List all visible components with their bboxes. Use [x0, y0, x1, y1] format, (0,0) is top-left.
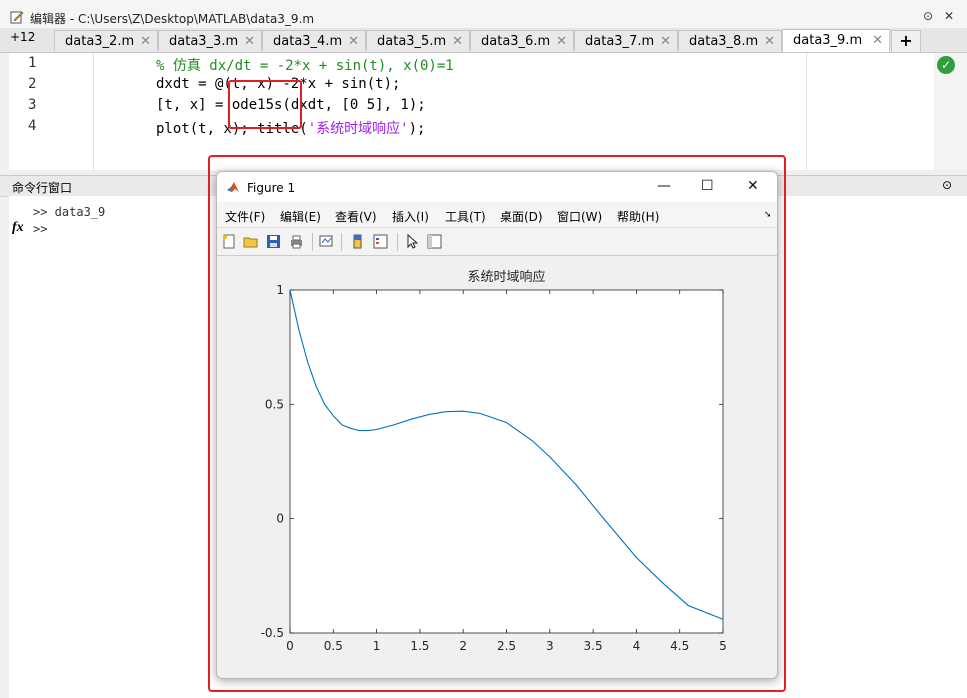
line-number: 1: [28, 55, 37, 71]
tab-close-icon[interactable]: ✕: [556, 31, 567, 52]
tab-close-icon[interactable]: ✕: [764, 31, 775, 52]
tab-close-icon[interactable]: ✕: [660, 31, 671, 52]
tab-label: data3_2.m: [65, 34, 135, 49]
tab-close-icon[interactable]: ✕: [140, 31, 151, 52]
tab-close-icon[interactable]: ✕: [452, 31, 463, 52]
tab-close-icon[interactable]: ✕: [872, 30, 883, 51]
command-window-menu-icon[interactable]: ⊙: [942, 178, 952, 192]
tab-label: data3_8.m: [689, 34, 759, 49]
add-tab-button[interactable]: +: [891, 30, 921, 53]
code-line-1[interactable]: % 仿真 dx/dt = -2*x + sin(t), x(0)=1: [156, 55, 454, 75]
editor-menu-chevron-icon[interactable]: ⊙: [923, 9, 933, 23]
line-number: 4: [28, 118, 37, 134]
editor-title: 编辑器 - C:\Users\Z\Desktop\MATLAB\data3_9.…: [30, 12, 315, 26]
code-editor[interactable]: [9, 53, 935, 170]
editor-titlebar: 编辑器 - C:\Users\Z\Desktop\MATLAB\data3_9.…: [0, 0, 967, 28]
tab-label: data3_5.m: [377, 34, 447, 49]
tab-data3-8[interactable]: data3_8.m ✕: [678, 30, 782, 51]
tab-data3-6[interactable]: data3_6.m ✕: [470, 30, 574, 51]
code-text: );: [408, 121, 426, 137]
highlight-box-ode15s: [228, 80, 302, 129]
command-window-title: 命令行窗口: [12, 181, 73, 195]
line-number: 3: [28, 97, 37, 113]
command-prompt[interactable]: >>: [33, 222, 47, 236]
tab-label: data3_3.m: [169, 34, 239, 49]
tab-data3-7[interactable]: data3_7.m ✕: [574, 30, 678, 51]
editor-close-icon[interactable]: ✕: [944, 9, 954, 23]
tab-data3-9[interactable]: data3_9.m ✕: [782, 29, 890, 52]
code-string: '系统时域响应': [307, 121, 409, 137]
code-ok-check-icon[interactable]: ✓: [937, 56, 955, 74]
command-history-line: >> data3_9: [33, 205, 106, 219]
tab-label: data3_4.m: [273, 34, 343, 49]
tab-label: data3_6.m: [481, 34, 551, 49]
line-number: 2: [28, 76, 37, 92]
tab-data3-4[interactable]: data3_4.m ✕: [262, 30, 366, 51]
tab-data3-5[interactable]: data3_5.m ✕: [366, 30, 470, 51]
tab-close-icon[interactable]: ✕: [244, 31, 255, 52]
fx-function-browser-icon[interactable]: fx: [12, 220, 24, 236]
tab-close-icon[interactable]: ✕: [348, 31, 359, 52]
right-margin-line: [806, 53, 807, 170]
tab-overflow-button[interactable]: +12: [10, 30, 35, 44]
highlight-box-figure: [208, 155, 786, 692]
editor-pencil-icon: [10, 11, 24, 24]
editor-tabbar: +12 data3_2.m ✕ data3_3.m ✕ data3_4.m ✕ dat…: [0, 28, 967, 53]
line-number-gutter: [9, 53, 94, 170]
tab-label: data3_7.m: [585, 34, 655, 49]
tab-data3-2[interactable]: data3_2.m ✕: [54, 30, 158, 51]
tab-label: data3_9.m: [793, 33, 863, 48]
tab-data3-3[interactable]: data3_3.m ✕: [158, 30, 262, 51]
